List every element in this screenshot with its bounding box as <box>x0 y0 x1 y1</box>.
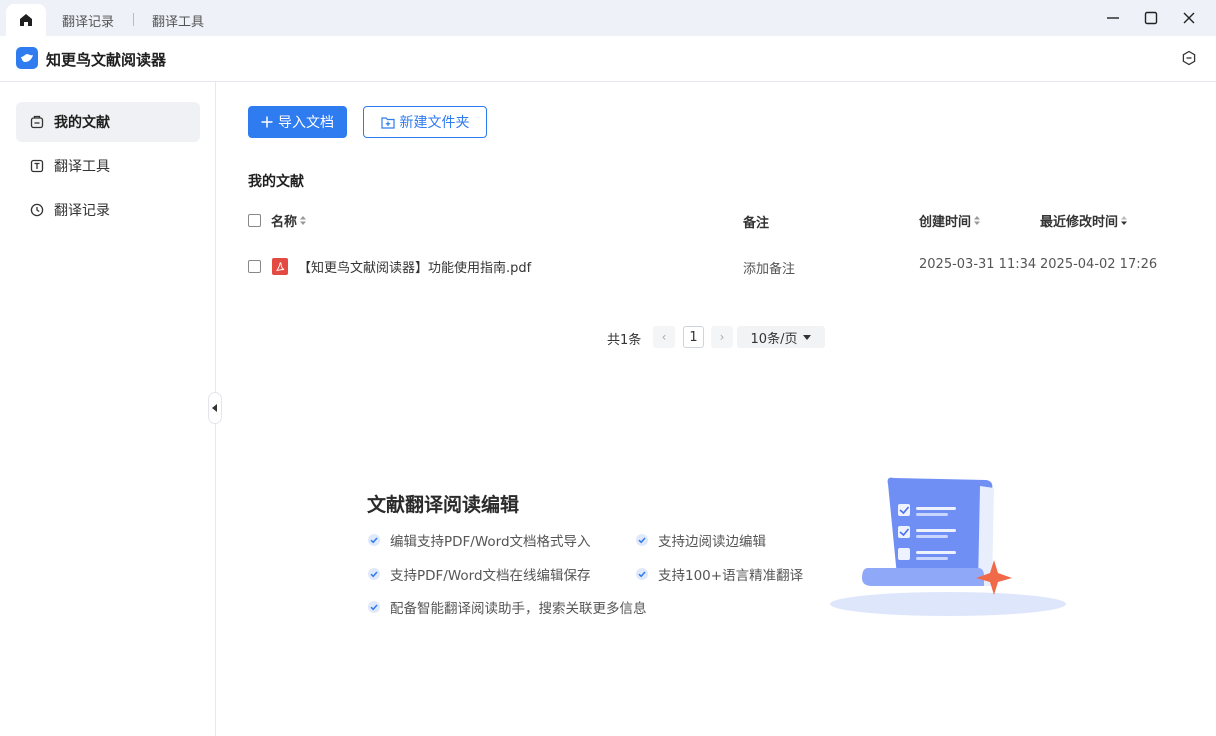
page-size-label: 10条/页 <box>750 331 798 347</box>
sidebar-item-translate-tool[interactable]: 翻译工具 <box>16 146 200 186</box>
promo-title: 文献翻译阅读编辑 <box>367 494 520 516</box>
check-icon <box>636 534 648 546</box>
maximize-button[interactable] <box>1137 6 1165 30</box>
pager-prev-button[interactable]: ‹ <box>653 326 675 348</box>
column-header-created-label: 创建时间 <box>919 215 972 230</box>
column-header-note: 备注 <box>743 212 769 231</box>
home-tab[interactable] <box>6 4 46 36</box>
column-header-modified[interactable]: 最近修改时间 <box>1040 211 1128 230</box>
tab-divider <box>133 13 134 26</box>
clock-icon <box>30 203 44 217</box>
row-modified-time: 2025-04-02 17:26 <box>1040 257 1158 272</box>
tab-translate-history[interactable]: 翻译记录 <box>62 11 114 30</box>
minimize-icon <box>1107 17 1119 19</box>
promo-feature: 配备智能翻译阅读助手，搜索关联更多信息 <box>368 597 647 617</box>
sort-desc-icon[interactable] <box>1121 216 1128 225</box>
plus-icon <box>261 116 273 128</box>
bird-logo-icon <box>16 47 38 69</box>
import-document-label: 导入文档 <box>278 115 334 131</box>
select-all-checkbox[interactable] <box>248 214 261 227</box>
promo-feature: 支持100+语言精准翻译 <box>636 564 803 584</box>
promo-feature: 支持PDF/Word文档在线编辑保存 <box>368 564 591 584</box>
caret-down-icon <box>803 334 812 340</box>
sort-icon[interactable] <box>974 216 981 225</box>
import-document-button[interactable]: 导入文档 <box>248 106 347 138</box>
pager-page-1[interactable]: 1 <box>683 326 704 348</box>
row-created-time: 2025-03-31 11:34 <box>919 257 1037 272</box>
new-folder-label: 新建文件夹 <box>399 115 470 131</box>
promo-feature-text: 编辑支持PDF/Word文档格式导入 <box>390 534 591 550</box>
check-icon <box>368 601 380 613</box>
check-icon <box>368 534 380 546</box>
check-icon <box>368 568 380 580</box>
title-bar: 翻译记录 翻译工具 <box>0 0 1216 36</box>
promo-feature-text: 支持边阅读边编辑 <box>658 534 766 550</box>
sidebar: 我的文献 翻译工具 翻译记录 <box>0 82 216 736</box>
sort-icon[interactable] <box>300 216 307 225</box>
new-folder-button[interactable]: 新建文件夹 <box>363 106 487 138</box>
pager-next-button[interactable]: › <box>711 326 733 348</box>
row-file-name[interactable]: 【知更鸟文献阅读器】功能使用指南.pdf <box>298 257 531 276</box>
sidebar-item-label: 翻译工具 <box>54 159 110 175</box>
hexagon-settings-icon <box>1182 50 1196 66</box>
maximize-icon <box>1144 11 1158 25</box>
sidebar-item-label: 翻译记录 <box>54 203 110 219</box>
promo-feature-text: 支持PDF/Word文档在线编辑保存 <box>390 568 591 584</box>
new-folder-icon <box>380 116 395 129</box>
section-title: 我的文献 <box>248 174 304 190</box>
column-header-note-label: 备注 <box>743 216 770 231</box>
translate-icon <box>30 159 44 173</box>
settings-button[interactable] <box>1179 48 1199 68</box>
column-header-name[interactable]: 名称 <box>271 211 307 230</box>
pager-total: 共1条 <box>607 333 642 348</box>
app-title: 知更鸟文献阅读器 <box>46 51 167 69</box>
document-illustration <box>828 476 1068 626</box>
home-icon <box>20 14 32 26</box>
caret-left-icon <box>212 404 217 412</box>
sidebar-item-my-library[interactable]: 我的文献 <box>16 102 200 142</box>
sidebar-collapse-handle[interactable] <box>208 392 222 424</box>
promo-feature-text: 支持100+语言精准翻译 <box>658 568 804 584</box>
promo-feature-text: 配备智能翻译阅读助手，搜索关联更多信息 <box>390 601 647 617</box>
minimize-button[interactable] <box>1099 6 1127 30</box>
row-add-note[interactable]: 添加备注 <box>743 258 795 277</box>
column-header-modified-label: 最近修改时间 <box>1040 215 1119 230</box>
column-header-name-label: 名称 <box>271 215 298 230</box>
page-size-select[interactable]: 10条/页 <box>737 326 825 348</box>
tab-translate-tool[interactable]: 翻译工具 <box>152 11 204 30</box>
promo-feature: 编辑支持PDF/Word文档格式导入 <box>368 530 591 550</box>
column-header-created[interactable]: 创建时间 <box>919 211 981 230</box>
close-icon <box>1183 12 1195 24</box>
pdf-file-icon <box>272 258 288 275</box>
sidebar-item-translate-history[interactable]: 翻译记录 <box>16 190 200 230</box>
sidebar-item-label: 我的文献 <box>54 115 110 131</box>
check-icon <box>636 568 648 580</box>
close-button[interactable] <box>1175 6 1203 30</box>
row-checkbox[interactable] <box>248 260 261 273</box>
library-icon <box>30 115 44 129</box>
app-header: 知更鸟文献阅读器 <box>0 36 1216 82</box>
promo-feature: 支持边阅读边编辑 <box>636 530 766 550</box>
